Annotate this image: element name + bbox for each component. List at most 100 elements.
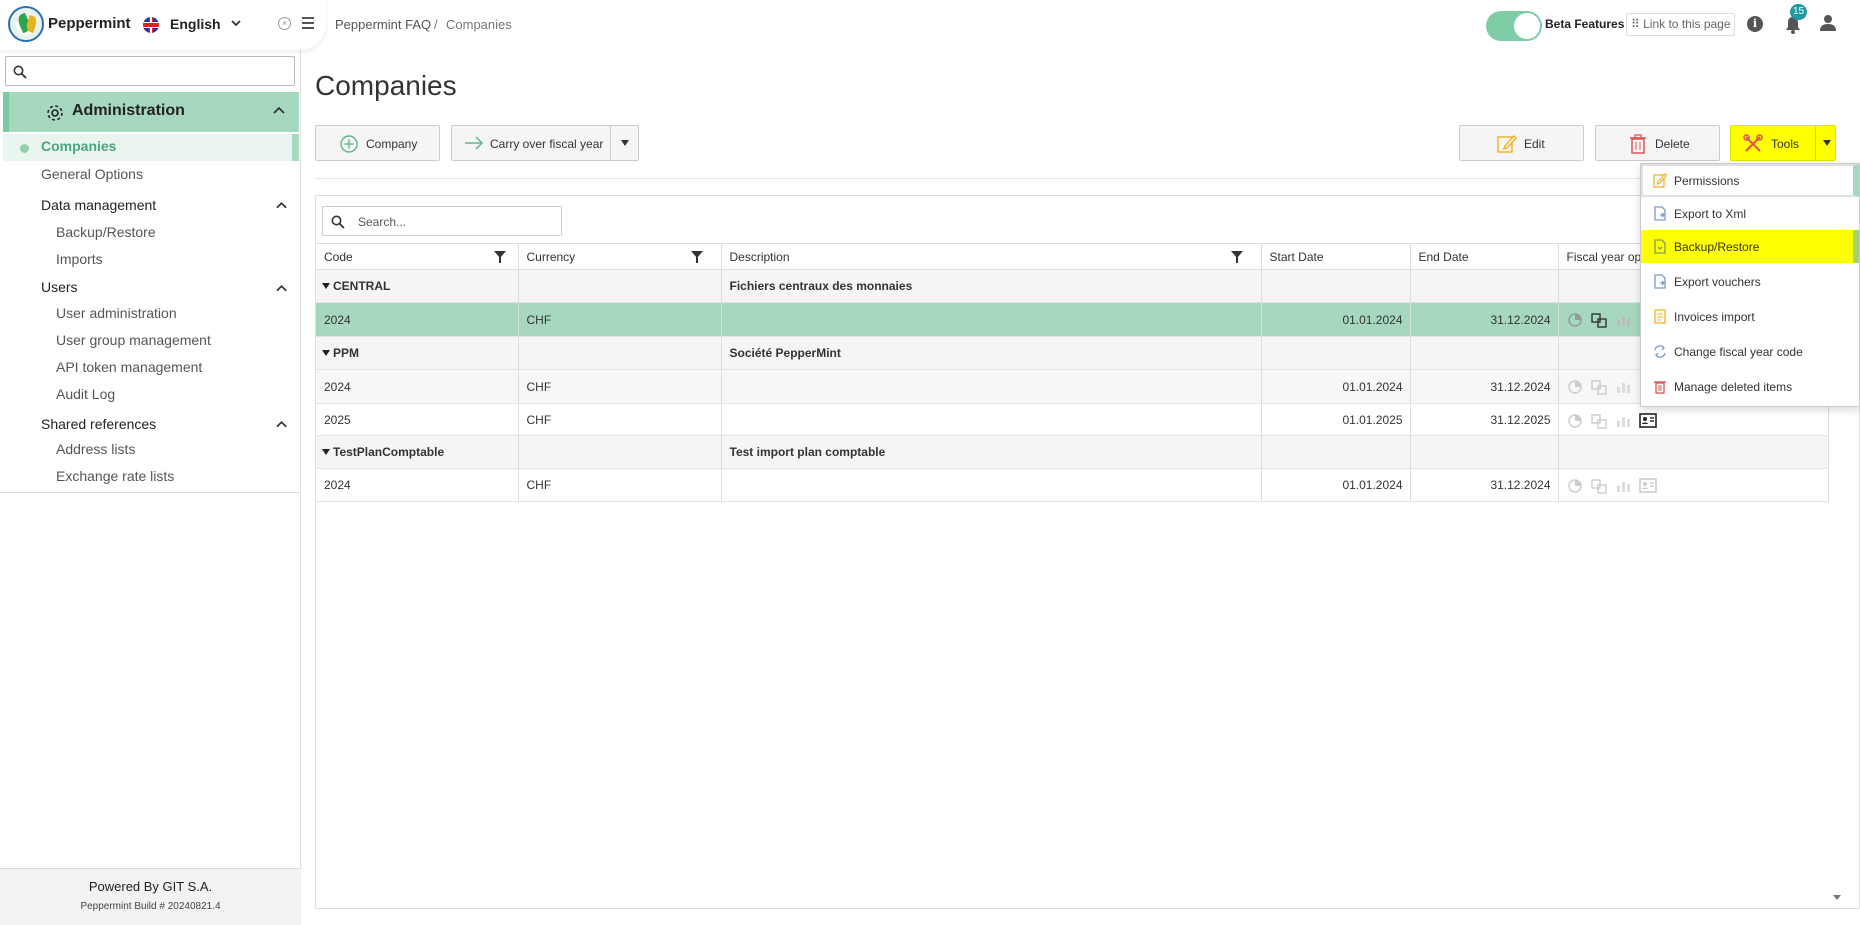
sidebar-search-input[interactable] bbox=[5, 56, 295, 86]
sidebar-item-address-lists[interactable]: Address lists bbox=[56, 441, 135, 457]
breadcrumb-root[interactable]: Peppermint FAQ bbox=[335, 17, 431, 32]
exchange-rate-icon[interactable] bbox=[1590, 478, 1607, 494]
breadcrumb-separator: / bbox=[434, 17, 438, 32]
exchange-rate-icon[interactable] bbox=[1590, 413, 1607, 429]
currency-cell: CHF bbox=[518, 369, 722, 404]
menu-item-label: Invoices import bbox=[1674, 310, 1755, 324]
column-header-currency[interactable]: Currency bbox=[518, 243, 722, 270]
file-export-icon bbox=[1654, 274, 1666, 289]
column-header-end-date[interactable]: End Date bbox=[1410, 243, 1559, 270]
menu-item-invoices-import[interactable]: Invoices import bbox=[1641, 300, 1859, 333]
column-header-start-date[interactable]: Start Date bbox=[1261, 243, 1411, 270]
filter-icon[interactable] bbox=[1230, 251, 1243, 263]
edit-icon bbox=[1653, 173, 1667, 188]
filter-icon[interactable] bbox=[690, 251, 703, 263]
table-row[interactable]: 2024 CHF 01.01.2024 31.12.2024 bbox=[316, 369, 1829, 404]
statistics-icon[interactable] bbox=[1615, 478, 1631, 494]
group-row[interactable]: CENTRAL Fichiers centraux des monnaies bbox=[316, 269, 1829, 303]
header-label: Currency bbox=[526, 249, 576, 264]
collapse-triangle-icon[interactable] bbox=[322, 449, 330, 455]
table-row[interactable]: 2024 CHF 01.01.2024 31.12.2024 bbox=[316, 302, 1829, 337]
button-separator bbox=[1815, 126, 1816, 160]
exchange-rate-icon[interactable] bbox=[1590, 312, 1607, 328]
menu-item-backup-restore[interactable]: Backup/Restore bbox=[1641, 230, 1859, 263]
scroll-down-arrow-icon[interactable] bbox=[1833, 895, 1841, 900]
group-row[interactable]: TestPlanComptable Test import plan compt… bbox=[316, 435, 1829, 469]
sidebar-item-companies[interactable]: Companies bbox=[3, 134, 299, 161]
chevron-up-icon[interactable] bbox=[276, 201, 287, 209]
grid-search-input[interactable]: Search... bbox=[322, 206, 562, 236]
sidebar-group-shared-references[interactable]: Shared references bbox=[41, 416, 156, 432]
sidebar-group-users[interactable]: Users bbox=[41, 279, 78, 295]
contact-card-icon[interactable] bbox=[1638, 413, 1657, 428]
delete-button[interactable]: Delete bbox=[1595, 125, 1720, 161]
menu-item-export-to-xml[interactable]: Export to Xml bbox=[1641, 197, 1859, 230]
menu-item-export-vouchers[interactable]: Export vouchers bbox=[1641, 265, 1859, 298]
table-row[interactable]: 2024 CHF 01.01.2024 31.12.2024 bbox=[316, 468, 1829, 502]
menu-item-change-fiscal-year-code[interactable]: Change fiscal year code bbox=[1641, 335, 1859, 368]
chevron-up-icon[interactable] bbox=[276, 284, 287, 292]
menu-item-manage-deleted-items[interactable]: Manage deleted items bbox=[1641, 370, 1859, 403]
sidebar-item-exchange-rate-lists[interactable]: Exchange rate lists bbox=[56, 468, 174, 484]
user-icon[interactable] bbox=[1819, 14, 1837, 32]
chevron-up-icon[interactable] bbox=[273, 106, 285, 114]
hamburger-menu-icon[interactable] bbox=[302, 17, 314, 29]
sidebar: Administration Companies General Options… bbox=[0, 0, 301, 925]
edit-button[interactable]: Edit bbox=[1459, 125, 1584, 161]
notification-badge: 15 bbox=[1790, 4, 1808, 20]
close-year-icon[interactable] bbox=[1567, 478, 1583, 494]
powered-by-text: Powered By GIT S.A. bbox=[88, 879, 213, 894]
column-header-description[interactable]: Description bbox=[721, 243, 1262, 270]
statistics-icon[interactable] bbox=[1615, 312, 1631, 328]
column-header-code[interactable]: Code bbox=[316, 243, 519, 270]
dropdown-caret-icon[interactable] bbox=[1823, 140, 1831, 146]
close-year-icon[interactable] bbox=[1567, 312, 1583, 328]
button-label: Company bbox=[366, 137, 418, 151]
header-label: End Date bbox=[1418, 249, 1469, 264]
collapse-triangle-icon[interactable] bbox=[322, 283, 330, 289]
sidebar-group-data-management[interactable]: Data management bbox=[41, 197, 156, 213]
button-label: Edit bbox=[1524, 137, 1545, 151]
contact-card-icon[interactable] bbox=[1638, 478, 1657, 493]
close-year-icon[interactable] bbox=[1567, 413, 1583, 429]
collapse-triangle-icon[interactable] bbox=[322, 350, 330, 356]
statistics-icon[interactable] bbox=[1615, 413, 1631, 429]
sidebar-section-administration[interactable]: Administration bbox=[3, 92, 299, 132]
peppermint-logo[interactable] bbox=[8, 6, 44, 42]
currency-cell: CHF bbox=[518, 302, 722, 337]
sidebar-item-user-administration[interactable]: User administration bbox=[56, 305, 177, 321]
start-date-cell: 01.01.2024 bbox=[1261, 302, 1411, 337]
active-dot-icon bbox=[20, 144, 29, 153]
sidebar-divider bbox=[0, 492, 301, 493]
add-company-button[interactable]: Company bbox=[315, 125, 440, 161]
info-icon[interactable]: i bbox=[1747, 16, 1763, 32]
group-description: Société PepperMint bbox=[721, 336, 1262, 370]
sidebar-item-backup-restore[interactable]: Backup/Restore bbox=[56, 224, 156, 240]
beta-features-toggle[interactable] bbox=[1486, 11, 1542, 41]
language-selector[interactable]: English bbox=[170, 16, 221, 32]
button-separator bbox=[610, 126, 611, 160]
exchange-rate-icon[interactable] bbox=[1590, 379, 1607, 395]
sidebar-item-audit-log[interactable]: Audit Log bbox=[56, 386, 115, 402]
close-circle-icon[interactable]: × bbox=[278, 17, 291, 30]
sidebar-item-general-options[interactable]: General Options bbox=[41, 166, 143, 182]
sidebar-item-api-token-management[interactable]: API token management bbox=[56, 359, 202, 375]
carry-over-fiscal-year-button[interactable]: Carry over fiscal year bbox=[451, 125, 639, 161]
fiscal-year-cell: 2024 bbox=[316, 369, 519, 404]
chevron-down-icon[interactable] bbox=[230, 16, 242, 30]
end-date-cell: 31.12.2024 bbox=[1410, 302, 1559, 337]
filter-icon[interactable] bbox=[494, 251, 506, 263]
tools-button[interactable]: Tools bbox=[1730, 125, 1836, 161]
link-to-page-button[interactable]: ⠿ Link to this page bbox=[1626, 13, 1735, 36]
group-row[interactable]: PPM Société PepperMint bbox=[316, 336, 1829, 370]
dropdown-caret-icon[interactable] bbox=[621, 140, 629, 146]
sidebar-item-imports[interactable]: Imports bbox=[56, 251, 103, 267]
statistics-icon[interactable] bbox=[1615, 379, 1631, 395]
table-row[interactable]: 2025 CHF 01.01.2025 31.12.2025 bbox=[316, 403, 1829, 436]
file-export-icon bbox=[1654, 206, 1666, 221]
chevron-up-icon[interactable] bbox=[276, 420, 287, 428]
sidebar-item-user-group-management[interactable]: User group management bbox=[56, 332, 211, 348]
close-year-icon[interactable] bbox=[1567, 379, 1583, 395]
search-placeholder: Search... bbox=[358, 215, 407, 229]
menu-item-permissions[interactable]: Permissions bbox=[1641, 164, 1859, 197]
